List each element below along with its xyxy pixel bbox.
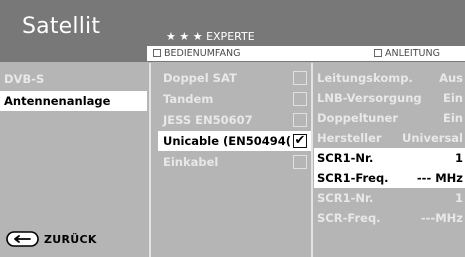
setting-hersteller[interactable]: Hersteller Universal <box>314 128 465 148</box>
setting-label: SCR1-Nr. <box>317 191 374 205</box>
setting-scr1-nr[interactable]: SCR1-Nr. 1 <box>314 148 465 168</box>
expert-mode-label: ★ ★ ★ EXPERTE <box>166 30 255 43</box>
legend-bar: BEDIENUMFANG ANLEITUNG <box>147 46 465 61</box>
setting-value: --- MHz <box>416 171 463 185</box>
setting-value: 1 <box>454 191 463 205</box>
legend-bedienumfang[interactable]: BEDIENUMFANG <box>153 48 240 59</box>
column-divider <box>149 63 151 257</box>
setting-scr-freq[interactable]: SCR-Freq. ---MHz <box>314 208 465 228</box>
option-unicable[interactable]: Unicable (EN50494( ✔ <box>158 131 311 151</box>
settings-column: Leitungskomp. Aus LNB-Versorgung Ein Dop… <box>314 63 465 257</box>
legend-square-icon <box>374 49 382 57</box>
setting-label: SCR1-Freq. <box>317 171 389 185</box>
checkbox[interactable] <box>293 92 307 106</box>
option-doppel-sat[interactable]: Doppel SAT <box>158 68 311 88</box>
menu-item-label: DVB-S <box>4 72 45 86</box>
checkbox-checked[interactable]: ✔ <box>293 134 307 148</box>
back-button[interactable]: ZURÜCK <box>6 229 97 249</box>
option-label: Tandem <box>163 92 214 106</box>
legend-square-icon <box>153 49 161 57</box>
option-label: Einkabel <box>163 155 219 169</box>
setting-lnb-versorgung[interactable]: LNB-Versorgung Ein <box>314 88 465 108</box>
back-arrow-icon <box>6 231 39 247</box>
setting-value: Ein <box>443 91 463 105</box>
menu-column-2: Doppel SAT Tandem JESS EN50607 Unicable … <box>158 63 311 257</box>
option-label: Unicable (EN50494( <box>163 134 292 148</box>
option-label: JESS EN50607 <box>163 113 253 127</box>
setting-value: Ein <box>443 111 463 125</box>
setting-label: Hersteller <box>317 131 382 145</box>
header-bar: Satellit ★ ★ ★ EXPERTE BEDIENUMFANG ANLE… <box>0 0 465 62</box>
setting-value: ---MHz <box>420 211 463 225</box>
option-einkabel[interactable]: Einkabel <box>158 152 311 172</box>
setting-label: LNB-Versorgung <box>317 91 422 105</box>
setting-value: Aus <box>439 71 463 85</box>
option-jess[interactable]: JESS EN50607 <box>158 110 311 130</box>
setting-doppeltuner[interactable]: Doppeltuner Ein <box>314 108 465 128</box>
setting-leitungskomp[interactable]: Leitungskomp. Aus <box>314 68 465 88</box>
checkbox[interactable] <box>293 155 307 169</box>
checkbox[interactable] <box>293 113 307 127</box>
menu-item-antennenanlage[interactable]: Antennenanlage <box>0 91 147 111</box>
legend-anleitung[interactable]: ANLEITUNG <box>374 48 440 59</box>
checkbox[interactable] <box>293 71 307 85</box>
setting-value: 1 <box>454 151 463 165</box>
setting-label: Doppeltuner <box>317 111 398 125</box>
option-tandem[interactable]: Tandem <box>158 89 311 109</box>
setting-label: Leitungskomp. <box>317 71 413 85</box>
setting-value: Universal <box>402 131 463 145</box>
setting-scr1-nr-2[interactable]: SCR1-Nr. 1 <box>314 188 465 208</box>
setting-scr1-freq[interactable]: SCR1-Freq. --- MHz <box>314 168 465 188</box>
legend-anleitung-label: ANLEITUNG <box>385 48 440 59</box>
option-label: Doppel SAT <box>163 71 237 85</box>
menu-item-dvb-s[interactable]: DVB-S <box>0 69 147 89</box>
menu-column-1: DVB-S Antennenanlage <box>0 63 147 257</box>
legend-bedienumfang-label: BEDIENUMFANG <box>164 48 241 59</box>
back-button-label: ZURÜCK <box>44 232 97 246</box>
menu-item-label: Antennenanlage <box>4 94 111 108</box>
setting-label: SCR1-Nr. <box>317 151 374 165</box>
page-title: Satellit <box>22 14 101 39</box>
column-divider <box>311 63 313 257</box>
setting-label: SCR-Freq. <box>317 211 381 225</box>
